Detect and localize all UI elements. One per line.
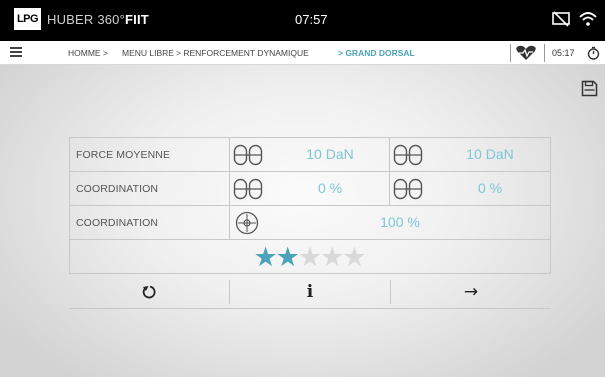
double-pad-icon [393, 178, 423, 200]
table-row: COORDINATION 0 % 0 % [70, 172, 550, 206]
double-pad-icon [393, 144, 423, 166]
timer-icon [587, 46, 600, 60]
force-left-value: 10 DaN [306, 146, 354, 162]
restart-button[interactable] [69, 276, 229, 308]
double-pad-icon [233, 144, 263, 166]
save-icon[interactable] [581, 80, 598, 97]
next-button[interactable]: → [391, 276, 551, 308]
info-button[interactable]: i [230, 276, 390, 308]
rating-stars: ★★★★★ [70, 241, 550, 274]
wifi-icon [579, 12, 597, 26]
target-icon [235, 211, 259, 235]
row-label: COORDINATION [76, 217, 159, 229]
screen-off-icon [552, 11, 570, 27]
arrow-right-icon: → [463, 282, 479, 302]
coordination-right-value: 0 % [477, 180, 503, 196]
star-filled-icon: ★ [253, 242, 278, 272]
restart-icon [142, 285, 156, 299]
table-row: COORDINATION 100 % [70, 206, 550, 240]
breadcrumb-menu-libre[interactable]: MENU LIBRE [122, 48, 174, 58]
session-timer: 05:17 [552, 48, 575, 58]
status-clock: 07:57 [295, 12, 328, 27]
row-label: FORCE MOYENNE [76, 149, 171, 161]
double-pad-icon [233, 178, 263, 200]
star-empty-icon: ★ [320, 242, 345, 272]
breadcrumb-home[interactable]: HOMME > [68, 48, 108, 58]
star-empty-icon: ★ [342, 242, 367, 272]
coordination-total-value: 100 % [380, 214, 420, 230]
menu-icon[interactable] [10, 47, 22, 58]
breadcrumb-grand-dorsal: > GRAND DORSAL [338, 48, 415, 58]
results-table: FORCE MOYENNE 10 DaN 10 DaN COORDINATION [69, 137, 551, 274]
brand-name: HUBER 360°FIIT [47, 12, 149, 27]
star-empty-icon: ★ [297, 242, 323, 272]
coordination-left-value: 0 % [317, 180, 343, 196]
lpg-logo: LPG [14, 8, 41, 30]
table-row: FORCE MOYENNE 10 DaN 10 DaN [70, 138, 550, 172]
info-icon: i [306, 282, 314, 302]
status-bar: LPG HUBER 360°FIIT 07:57 [0, 0, 605, 41]
breadcrumb-renforcement[interactable]: > RENFORCEMENT DYNAMIQUE [176, 48, 309, 58]
star-filled-icon: ★ [275, 242, 300, 272]
heart-icon [516, 45, 536, 60]
brand-bold: FIIT [125, 12, 149, 27]
force-right-value: 10 DaN [466, 146, 514, 162]
action-bar: i → [69, 276, 551, 309]
row-label: COORDINATION [76, 183, 159, 195]
brand-light: HUBER 360° [47, 12, 126, 27]
breadcrumb: HOMME > MENU LIBRE > RENFORCEMENT DYNAMI… [0, 41, 605, 65]
